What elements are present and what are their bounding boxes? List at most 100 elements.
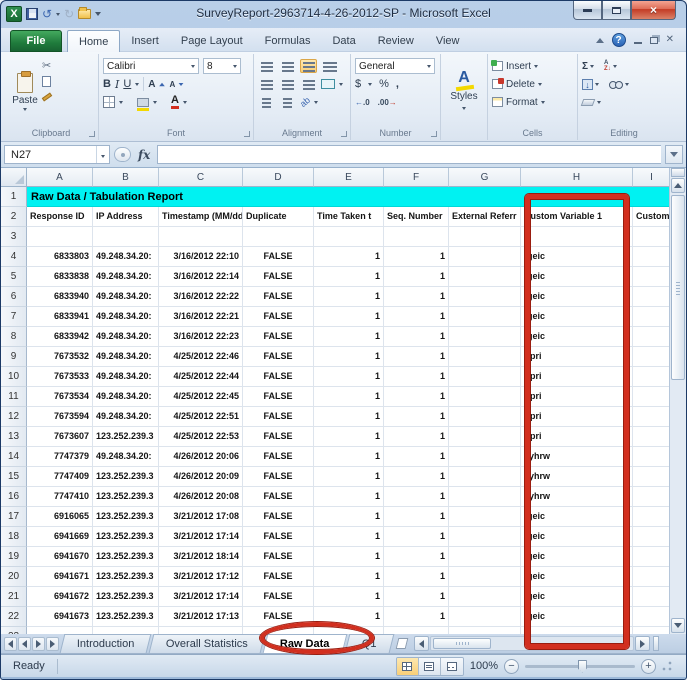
cell-H10[interactable]: rlpri bbox=[521, 367, 633, 387]
align-left-icon[interactable] bbox=[258, 77, 275, 91]
format-painter-icon[interactable] bbox=[42, 92, 52, 101]
maximize-button[interactable] bbox=[602, 1, 631, 20]
cell-B14[interactable]: 49.248.34.20: bbox=[93, 447, 159, 467]
cell-D4[interactable]: FALSE bbox=[243, 247, 314, 267]
cell-H21[interactable]: tgeic bbox=[521, 587, 633, 607]
cell-I8[interactable] bbox=[633, 327, 671, 347]
cell-D18[interactable]: FALSE bbox=[243, 527, 314, 547]
cell-A8[interactable]: 6833942 bbox=[27, 327, 93, 347]
cell-B12[interactable]: 49.248.34.20: bbox=[93, 407, 159, 427]
scroll-left-button[interactable] bbox=[414, 636, 429, 651]
cell-G15[interactable] bbox=[449, 467, 521, 487]
vertical-scrollbar[interactable] bbox=[669, 168, 686, 634]
resize-grip[interactable] bbox=[662, 661, 672, 671]
first-sheet-icon[interactable] bbox=[4, 637, 17, 651]
clipboard-dialog-launcher-icon[interactable] bbox=[89, 131, 95, 137]
row-header-13[interactable]: 13 bbox=[1, 427, 27, 447]
comma-format-button[interactable]: , bbox=[396, 78, 399, 90]
cell-G16[interactable] bbox=[449, 487, 521, 507]
cell-D20[interactable]: FALSE bbox=[243, 567, 314, 587]
cell-H13[interactable]: rlpri bbox=[521, 427, 633, 447]
alignment-dialog-launcher-icon[interactable] bbox=[341, 131, 347, 137]
cell-A9[interactable]: 7673532 bbox=[27, 347, 93, 367]
cell-E16[interactable]: 1 bbox=[314, 487, 384, 507]
cell-C18[interactable]: 3/21/2012 17:14 bbox=[159, 527, 243, 547]
cell-A6[interactable]: 6833940 bbox=[27, 287, 93, 307]
horizontal-scroll-thumb[interactable] bbox=[433, 638, 491, 649]
cell-A3[interactable] bbox=[27, 227, 93, 247]
cell-B21[interactable]: 123.252.239.3 bbox=[93, 587, 159, 607]
column-header-F[interactable]: F bbox=[384, 168, 449, 187]
cell-F2[interactable]: Seq. Number bbox=[384, 207, 449, 227]
delete-cells-button[interactable]: Delete bbox=[492, 75, 573, 93]
cell-I22[interactable] bbox=[633, 607, 671, 627]
row-header-16[interactable]: 16 bbox=[1, 487, 27, 507]
row-header-11[interactable]: 11 bbox=[1, 387, 27, 407]
cell-I23[interactable] bbox=[633, 627, 671, 634]
sheet-tab-q1[interactable]: Q1 bbox=[345, 634, 394, 653]
cell-B19[interactable]: 123.252.239.3 bbox=[93, 547, 159, 567]
cell-I4[interactable] bbox=[633, 247, 671, 267]
cell-G6[interactable] bbox=[449, 287, 521, 307]
cell-D16[interactable]: FALSE bbox=[243, 487, 314, 507]
cell-B15[interactable]: 123.252.239.3 bbox=[93, 467, 159, 487]
cell-B3[interactable] bbox=[93, 227, 159, 247]
column-header-A[interactable]: A bbox=[27, 168, 93, 187]
cell-E8[interactable]: 1 bbox=[314, 327, 384, 347]
cell-H20[interactable]: tgeic bbox=[521, 567, 633, 587]
page-break-view-button[interactable] bbox=[441, 658, 463, 675]
cell-G20[interactable] bbox=[449, 567, 521, 587]
row-header-21[interactable]: 21 bbox=[1, 587, 27, 607]
cell-F20[interactable]: 1 bbox=[384, 567, 449, 587]
cell-F9[interactable]: 1 bbox=[384, 347, 449, 367]
cell-A10[interactable]: 7673533 bbox=[27, 367, 93, 387]
cell-B7[interactable]: 49.248.34.20: bbox=[93, 307, 159, 327]
insert-cells-button[interactable]: Insert bbox=[492, 57, 573, 75]
cell-C5[interactable]: 3/16/2012 22:14 bbox=[159, 267, 243, 287]
cell-I18[interactable] bbox=[633, 527, 671, 547]
cell-I6[interactable] bbox=[633, 287, 671, 307]
previous-sheet-icon[interactable] bbox=[18, 637, 31, 651]
cell-F10[interactable]: 1 bbox=[384, 367, 449, 387]
cell-A2[interactable]: Response ID bbox=[27, 207, 93, 227]
cell-C7[interactable]: 3/16/2012 22:21 bbox=[159, 307, 243, 327]
cell-I7[interactable] bbox=[633, 307, 671, 327]
tab-formulas[interactable]: Formulas bbox=[254, 30, 322, 52]
cell-D5[interactable]: FALSE bbox=[243, 267, 314, 287]
cell-F23[interactable] bbox=[384, 627, 449, 634]
cell-F22[interactable]: 1 bbox=[384, 607, 449, 627]
cell-H15[interactable]: ayhrw bbox=[521, 467, 633, 487]
cell-A12[interactable]: 7673594 bbox=[27, 407, 93, 427]
row-header-7[interactable]: 7 bbox=[1, 307, 27, 327]
collapse-ribbon-icon[interactable] bbox=[596, 38, 604, 43]
align-bottom-icon[interactable] bbox=[300, 59, 317, 73]
cell-B22[interactable]: 123.252.239.3 bbox=[93, 607, 159, 627]
cell-C13[interactable]: 4/25/2012 22:53 bbox=[159, 427, 243, 447]
cell-A19[interactable]: 6941670 bbox=[27, 547, 93, 567]
row-header-5[interactable]: 5 bbox=[1, 267, 27, 287]
font-name-select[interactable]: Calibri bbox=[103, 58, 199, 74]
cell-E20[interactable]: 1 bbox=[314, 567, 384, 587]
cell-D9[interactable]: FALSE bbox=[243, 347, 314, 367]
row-header-18[interactable]: 18 bbox=[1, 527, 27, 547]
column-header-D[interactable]: D bbox=[243, 168, 314, 187]
cell-G17[interactable] bbox=[449, 507, 521, 527]
sheet-tab-raw-data[interactable]: Raw Data bbox=[263, 634, 347, 653]
workbook-minimize-icon[interactable] bbox=[634, 42, 642, 44]
cell-C12[interactable]: 4/25/2012 22:51 bbox=[159, 407, 243, 427]
cell-D3[interactable] bbox=[243, 227, 314, 247]
cell-G21[interactable] bbox=[449, 587, 521, 607]
align-center-icon[interactable] bbox=[279, 77, 296, 91]
cell-F6[interactable]: 1 bbox=[384, 287, 449, 307]
cell-E22[interactable]: 1 bbox=[314, 607, 384, 627]
cell-C19[interactable]: 3/21/2012 18:14 bbox=[159, 547, 243, 567]
cell-G23[interactable] bbox=[449, 627, 521, 634]
cell-D14[interactable]: FALSE bbox=[243, 447, 314, 467]
cell-C21[interactable]: 3/21/2012 17:14 bbox=[159, 587, 243, 607]
cell-G8[interactable] bbox=[449, 327, 521, 347]
cell-D8[interactable]: FALSE bbox=[243, 327, 314, 347]
cell-F4[interactable]: 1 bbox=[384, 247, 449, 267]
cell-E6[interactable]: 1 bbox=[314, 287, 384, 307]
percent-format-button[interactable]: % bbox=[379, 78, 389, 90]
tab-data[interactable]: Data bbox=[321, 30, 366, 52]
